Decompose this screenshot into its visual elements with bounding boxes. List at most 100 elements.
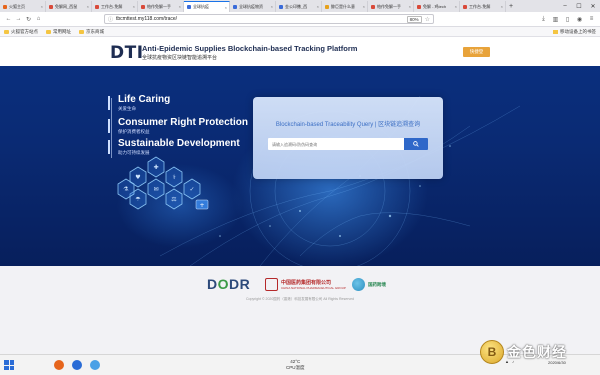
tagline-bar (108, 119, 110, 133)
forward-icon[interactable]: → (14, 15, 23, 24)
sinopharm-logo[interactable]: 中国医药集团有限公司 CHINA NATIONAL PHARMACEUTICAL… (265, 278, 346, 291)
url-text[interactable]: tbcmttest.my118.com/trace/ (116, 16, 407, 22)
browser-tab[interactable]: 工作台-免解 × (460, 1, 506, 12)
query-title: Blockchain-based Traceability Query | 区块… (275, 122, 421, 128)
browser-tab[interactable]: 免解 - 鸡tech × (414, 1, 460, 12)
site-logo[interactable]: DTI (110, 43, 144, 63)
tab-label: 免解网_西鼠 (55, 3, 78, 9)
menu-icon[interactable]: ≡ (587, 16, 596, 23)
svg-text:✓: ✓ (189, 186, 194, 193)
tab-label: 免解 - 鸡tech (423, 3, 447, 9)
sidebar-icon[interactable]: ▯ (563, 16, 572, 23)
svg-text:⚕: ⚕ (172, 174, 175, 181)
app-taskbar-icon[interactable] (90, 360, 100, 370)
favicon-icon (3, 4, 7, 9)
maximize-icon[interactable]: ☐ (572, 0, 586, 12)
tagline-cn: 助力可持续发展 (118, 150, 150, 155)
address-bar[interactable]: ⓘ tbcmttest.my118.com/trace/ 80% ☆ (104, 14, 434, 24)
bookmark-item[interactable]: 常用网址 (46, 29, 71, 35)
reload-icon[interactable]: ↻ (24, 15, 33, 24)
partner-logo-third[interactable]: 国药跨境 (352, 278, 386, 291)
svg-text:+: + (199, 202, 204, 209)
library-icon[interactable]: ▥ (551, 16, 560, 23)
close-tab-icon[interactable]: × (501, 4, 503, 9)
firefox-taskbar-icon[interactable] (54, 360, 64, 370)
hero-banner: ♥ ✚ ⚕ ✉ ☂ ⚖ ✓ ⚗ + Life Caring 关爱生命 Consumer R… (0, 66, 600, 266)
folder-icon (4, 29, 9, 34)
back-icon[interactable]: ← (4, 15, 13, 24)
new-tab-button[interactable]: + (506, 1, 516, 12)
app-taskbar-icon[interactable] (72, 360, 82, 370)
tab-label: 帕作免解一手 (147, 3, 171, 9)
globe-icon (352, 278, 365, 291)
tab-label: 帕作免解一手 (377, 3, 401, 9)
mobile-bookmarks[interactable]: 移动设备上的书签 (553, 29, 596, 35)
tagline-bar (108, 140, 110, 154)
tab-label: 全球抗疫 (193, 4, 209, 9)
search-icon (413, 141, 419, 147)
favicon-icon (371, 4, 375, 9)
favicon-icon (141, 4, 145, 9)
favicon-icon (417, 4, 421, 9)
close-tab-icon[interactable]: × (133, 4, 135, 9)
svg-text:✉: ✉ (153, 186, 158, 193)
favicon-icon (233, 4, 237, 9)
browser-tab[interactable]: 全球抗疫 × (184, 1, 230, 12)
browser-tab[interactable]: 全球抗疫物资 × (230, 1, 276, 12)
window-controls: – ☐ ✕ (558, 0, 600, 12)
close-tab-icon[interactable]: × (87, 4, 89, 9)
browser-tab[interactable]: 金公印撒_西 × (276, 1, 322, 12)
browser-tab[interactable]: 工作台-免解 × (92, 1, 138, 12)
close-tab-icon[interactable]: × (363, 4, 365, 9)
bookmark-item[interactable]: 火狐官方站点 (4, 29, 38, 35)
start-menu-icon[interactable] (4, 360, 14, 370)
close-tab-icon[interactable]: × (455, 4, 457, 9)
close-icon[interactable]: ✕ (586, 0, 600, 12)
trace-code-input[interactable] (268, 138, 404, 150)
close-tab-icon[interactable]: × (317, 4, 319, 9)
dodr-logo[interactable]: DODR (207, 276, 250, 292)
login-button[interactable]: 快捷登 (463, 47, 490, 57)
bookmark-item[interactable]: 京东商城 (79, 29, 104, 35)
tagline-bar (108, 96, 110, 110)
browser-tab[interactable]: 鲸巨是什么意 × (322, 1, 368, 12)
close-tab-icon[interactable]: × (41, 4, 43, 9)
close-tab-icon[interactable]: × (225, 5, 227, 10)
minimize-icon[interactable]: – (558, 0, 572, 12)
query-search-button[interactable] (404, 138, 428, 150)
tagline-en: Consumer Right Protection (118, 117, 249, 128)
svg-text:⚖: ⚖ (171, 196, 176, 203)
favicon-icon (463, 4, 467, 9)
tab-label: 工作台-免解 (101, 3, 123, 9)
browser-tab[interactable]: 免解网_西鼠 × (46, 1, 92, 12)
zoom-level[interactable]: 80% (406, 15, 422, 23)
info-icon[interactable]: ⓘ (108, 16, 113, 23)
account-icon[interactable]: ◉ (575, 16, 584, 23)
home-icon[interactable]: ⌂ (34, 15, 43, 24)
bookmarks-bar: 火狐官方站点 常用网址 京东商城 移动设备上的书签 (0, 27, 600, 37)
favicon-icon (49, 4, 53, 9)
toolbar-actions: ⤓ ▥ ▯ ◉ ≡ (539, 16, 596, 23)
browser-tab-strip: 火狐主页 × 免解网_西鼠 × 工作台-免解 × 帕作免解一手 × 全球抗疫 × 全球抗疫物资 × 金公… (0, 0, 600, 12)
folder-icon (553, 29, 558, 34)
download-icon[interactable]: ⤓ (539, 16, 548, 23)
watermark-text: 金色财经 (507, 344, 567, 360)
svg-text:♥: ♥ (135, 174, 140, 181)
favicon-icon (279, 4, 283, 9)
close-tab-icon[interactable]: × (179, 4, 181, 9)
tagline-en: Sustainable Development (118, 138, 240, 149)
favicon-icon (95, 4, 99, 9)
close-tab-icon[interactable]: × (271, 4, 273, 9)
bookmark-star-icon[interactable]: ☆ (425, 16, 430, 23)
browser-tab[interactable]: 帕作免解一手 × (368, 1, 414, 12)
tab-label: 金公印撒_西 (285, 3, 308, 9)
svg-text:☂: ☂ (135, 196, 141, 203)
browser-tab[interactable]: 帕作免解一手 × (138, 1, 184, 12)
favicon-icon (325, 4, 329, 9)
tagline-cn: 保护消费者权益 (118, 129, 150, 134)
watermark: B 金色财经 (480, 340, 567, 364)
tab-label: 工作台-免解 (469, 3, 491, 9)
folder-icon (79, 29, 84, 34)
browser-tab[interactable]: 火狐主页 × (0, 1, 46, 12)
close-tab-icon[interactable]: × (409, 4, 411, 9)
